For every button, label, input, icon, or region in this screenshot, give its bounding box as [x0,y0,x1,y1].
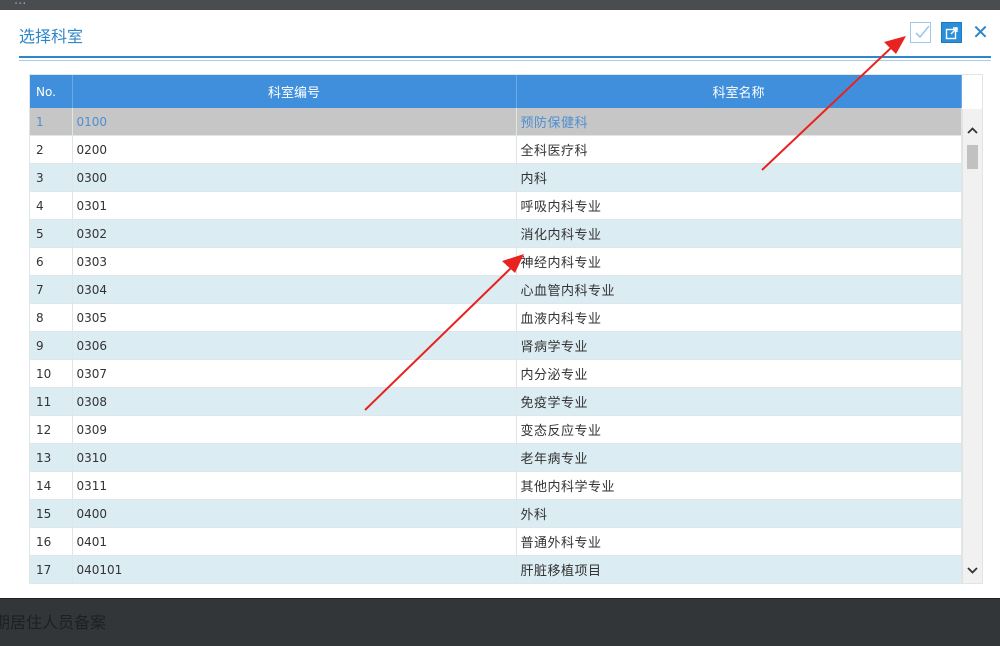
department-name: 老年病专业 [516,443,962,472]
table-row[interactable]: 14 0311 其他内科学专业 [30,471,962,500]
row-number: 14 [30,471,73,500]
department-name: 变态反应专业 [516,415,962,444]
department-name: 消化内科专业 [516,219,962,248]
department-code: 0303 [72,247,517,276]
row-number: 15 [30,499,73,528]
department-name: 预防保健科 [516,108,962,136]
department-name: 全科医疗科 [516,135,962,164]
row-number: 9 [30,331,73,360]
department-code: 0308 [72,387,517,416]
chevron-up-icon[interactable] [963,121,982,139]
table-row[interactable]: 8 0305 血液内科专业 [30,303,962,332]
row-number: 10 [30,359,73,388]
external-open-icon[interactable] [941,22,962,43]
column-header-name[interactable]: 科室名称 [516,75,962,108]
department-name: 其他内科学专业 [516,471,962,500]
row-number: 1 [30,108,73,136]
vertical-scrollbar[interactable] [962,109,982,583]
department-name: 内科 [516,163,962,192]
background-page-footer: 期居住人员备案 [0,598,1000,646]
select-department-dialog: 选择科室 ✕ No. 科室编号 科室名称 1 0100 预防保健科 2 0200… [0,10,1000,598]
department-code: 0307 [72,359,517,388]
row-number: 7 [30,275,73,304]
table-row[interactable]: 2 0200 全科医疗科 [30,135,962,164]
department-code: 0400 [72,499,517,528]
row-number: 3 [30,163,73,192]
department-name: 心血管内科专业 [516,275,962,304]
department-code: 0200 [72,135,517,164]
row-number: 4 [30,191,73,220]
table-row[interactable]: 16 0401 普通外科专业 [30,527,962,556]
department-code: 0401 [72,527,517,556]
dialog-title: 选择科室 [19,27,84,46]
department-code: 0305 [72,303,517,332]
table-row[interactable]: 6 0303 神经内科专业 [30,247,962,276]
table-row[interactable]: 3 0300 内科 [30,163,962,192]
scrollbar-thumb[interactable] [967,145,978,169]
row-number: 11 [30,387,73,416]
close-icon[interactable]: ✕ [970,22,991,43]
background-page-strip: ... [0,0,1000,10]
department-code: 0311 [72,471,517,500]
row-number: 13 [30,443,73,472]
department-code: 0100 [72,108,517,136]
table-header-row: No. 科室编号 科室名称 [30,75,962,108]
column-header-code[interactable]: 科室编号 [72,75,517,108]
department-code: 0306 [72,331,517,360]
background-bottom-text: 期居住人员备案 [0,613,107,632]
title-divider [19,56,991,58]
table-row[interactable]: 12 0309 变态反应专业 [30,415,962,444]
department-code: 0301 [72,191,517,220]
department-name: 内分泌专业 [516,359,962,388]
table-row[interactable]: 5 0302 消化内科专业 [30,219,962,248]
department-name: 血液内科专业 [516,303,962,332]
row-number: 6 [30,247,73,276]
department-name: 外科 [516,499,962,528]
row-number: 5 [30,219,73,248]
department-grid: No. 科室编号 科室名称 1 0100 预防保健科 2 0200 全科医疗科 3 0300 内… [29,74,983,584]
row-number: 12 [30,415,73,444]
department-name: 呼吸内科专业 [516,191,962,220]
table-row[interactable]: 1 0100 预防保健科 [30,108,962,136]
department-name: 神经内科专业 [516,247,962,276]
column-header-no[interactable]: No. [30,75,73,108]
row-number: 8 [30,303,73,332]
chevron-down-icon[interactable] [963,561,982,579]
table-row[interactable]: 4 0301 呼吸内科专业 [30,191,962,220]
table-row[interactable]: 11 0308 免疫学专业 [30,387,962,416]
table-row[interactable]: 15 0400 外科 [30,499,962,528]
department-table: No. 科室编号 科室名称 1 0100 预防保健科 2 0200 全科医疗科 3 0300 内… [30,75,962,583]
table-row[interactable]: 7 0304 心血管内科专业 [30,275,962,304]
table-row[interactable]: 13 0310 老年病专业 [30,443,962,472]
table-row[interactable]: 9 0306 肾病学专业 [30,331,962,360]
department-code: 0310 [72,443,517,472]
department-name: 肾病学专业 [516,331,962,360]
department-code: 0309 [72,415,517,444]
department-code: 040101 [72,555,517,583]
department-code: 0304 [72,275,517,304]
table-row[interactable]: 17 040101 肝脏移植项目 [30,555,962,583]
row-number: 2 [30,135,73,164]
background-top-text: ... [14,0,27,8]
title-divider-light [19,60,991,61]
department-code: 0300 [72,163,517,192]
table-row[interactable]: 10 0307 内分泌专业 [30,359,962,388]
row-number: 17 [30,555,73,583]
department-code: 0302 [72,219,517,248]
department-name: 普通外科专业 [516,527,962,556]
department-name: 肝脏移植项目 [516,555,962,583]
check-box-icon[interactable] [910,22,931,43]
department-name: 免疫学专业 [516,387,962,416]
row-number: 16 [30,527,73,556]
